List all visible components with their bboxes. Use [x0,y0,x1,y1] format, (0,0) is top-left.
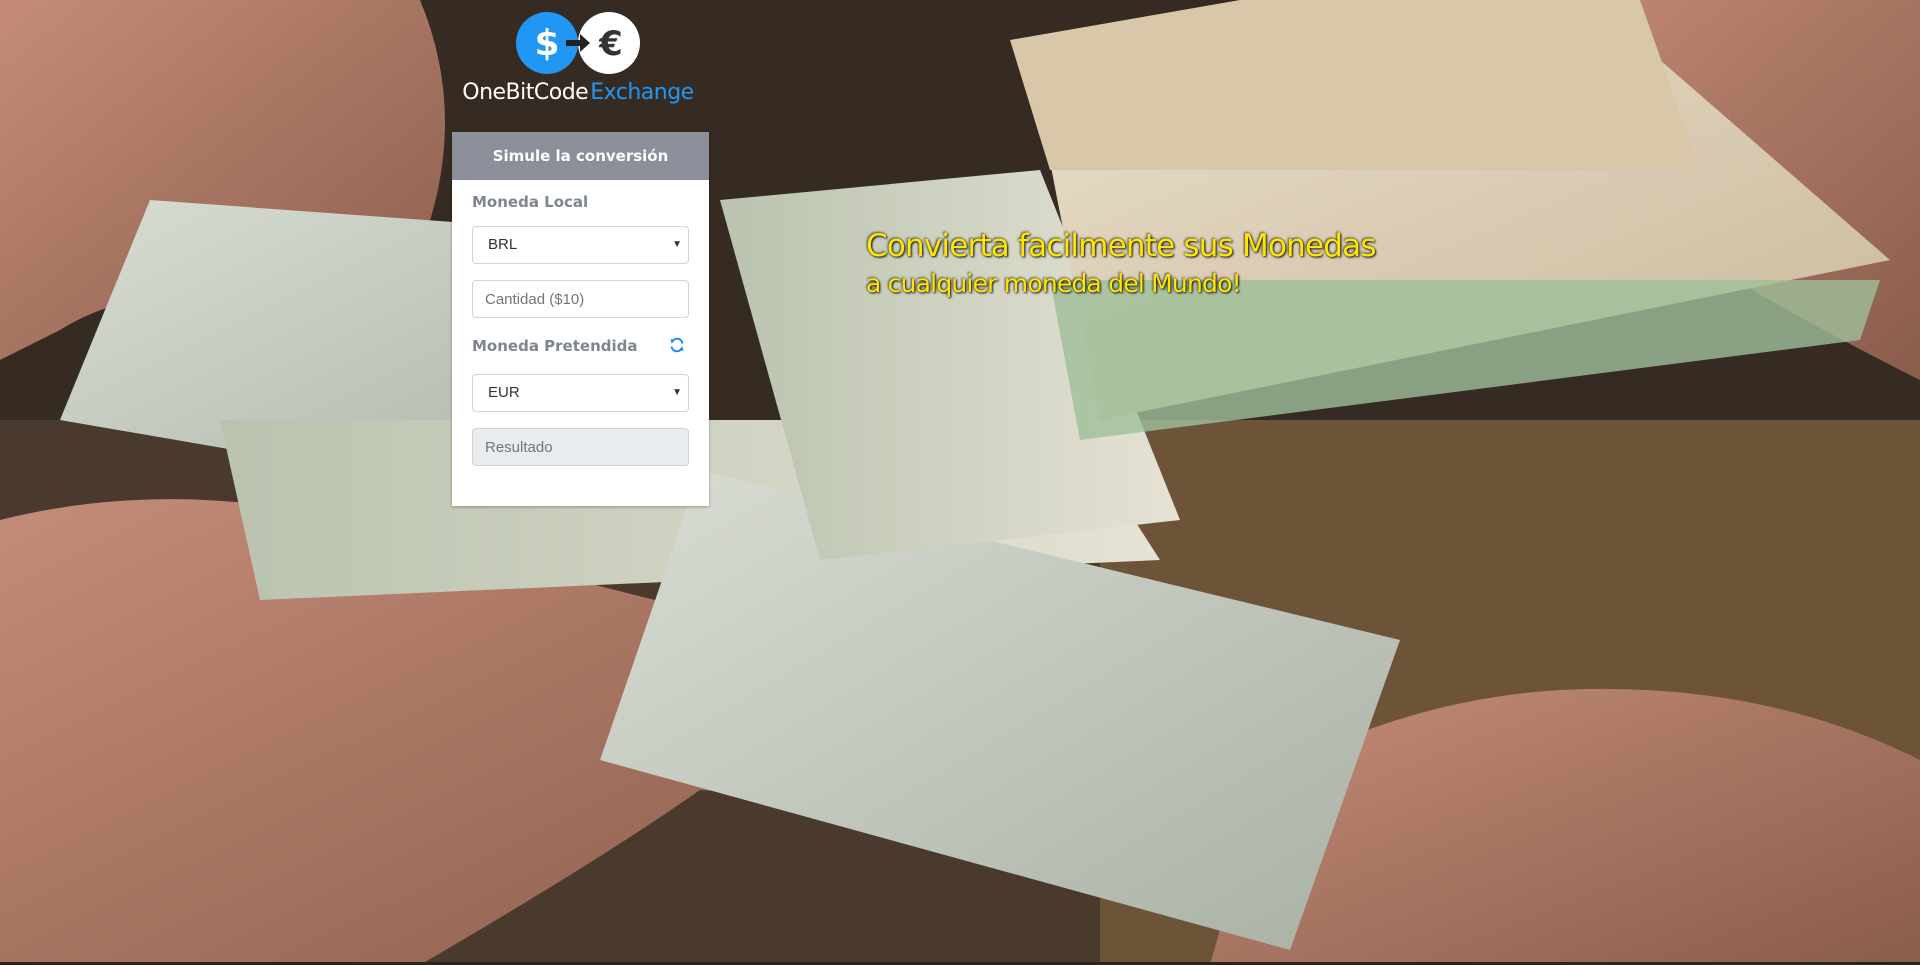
converter-panel: Simule la conversión Moneda Local BRL ▼ … [452,132,709,506]
brand-name-part2: Exchange [590,80,694,105]
target-currency-value: EUR [488,384,520,401]
banknotes-photo-illustration [0,0,1920,965]
dollar-euro-exchange-icon: $ € [516,12,640,74]
amount-input[interactable] [472,280,689,318]
svg-text:$: $ [534,23,559,64]
target-currency-select[interactable]: EUR ▼ [472,374,689,412]
hero-headline: Convierta facilmente sus Monedas a cualq… [866,224,1376,300]
result-field[interactable] [472,428,689,466]
hero-line-2: a cualquier moneda del Mundo! [866,269,1242,298]
local-currency-select[interactable]: BRL ▼ [472,226,689,264]
target-currency-row: Moneda Pretendida [472,336,689,356]
background-photo [0,0,1920,965]
brand-name-part1: OneBitCode [462,80,589,105]
brand-name: OneBitCodeExchange [452,80,704,105]
hero-line-1: Convierta facilmente sus Monedas [866,228,1376,264]
converter-title: Simule la conversión [452,132,709,180]
brand-logo[interactable]: $ € OneBitCodeExchange [452,8,704,116]
target-currency-label: Moneda Pretendida [472,337,638,355]
local-currency-value: BRL [488,236,518,253]
chevron-down-icon: ▼ [672,387,682,398]
svg-text:€: € [598,24,623,64]
chevron-down-icon: ▼ [672,239,682,250]
refresh-icon[interactable] [669,337,685,353]
local-currency-label: Moneda Local [472,193,589,211]
